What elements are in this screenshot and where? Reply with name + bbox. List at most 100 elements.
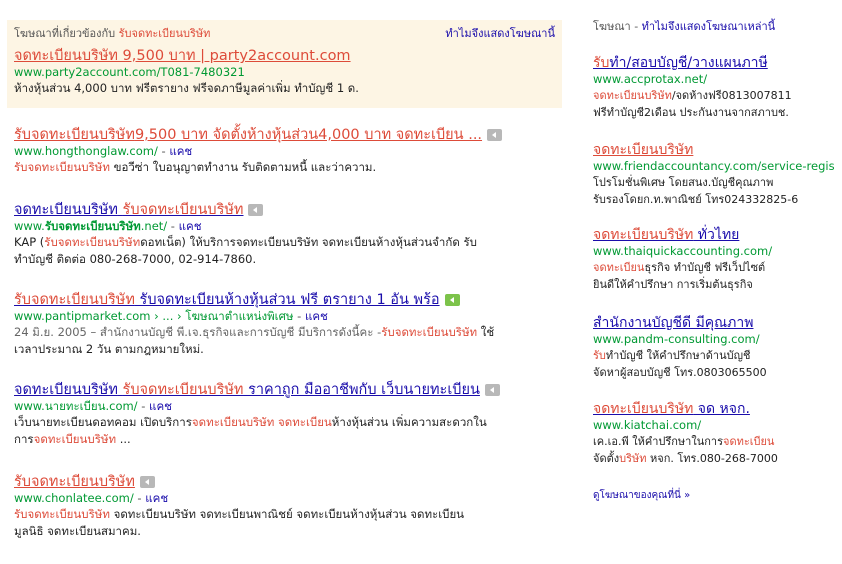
- search-result: จดทะเบียนบริษัท รับจดทะเบียนบริษัท ราคาถ…: [14, 381, 534, 448]
- title-highlight: รับจดทะเบียนบริษัท: [122, 202, 244, 218]
- cache-link[interactable]: แคช: [149, 399, 172, 413]
- snippet-highlight: จดทะเบียน: [723, 435, 775, 448]
- side-ad-line2: ฟรีทำบัญชี2เดือน ประกันงานจากสภาบช.: [593, 106, 789, 119]
- search-result: รับจดทะเบียนบริษัท รับจดทะเบียนห้างหุ้นส…: [14, 291, 534, 358]
- side-ad-line2: ยินดีให้คำปรึกษา การเริ่มต้นธุรกิจ: [593, 278, 753, 291]
- top-ads-block: โฆษณาที่เกี่ยวข้องกับ รับจดทะเบียนบริษัท…: [7, 20, 562, 108]
- side-ad-title[interactable]: สำนักงานบัญชีดี มีคุณภาพ: [593, 315, 753, 331]
- search-result: รับจดทะเบียนบริษัท www.chonlatee.com/ - …: [14, 473, 534, 540]
- cache-link[interactable]: แคช: [305, 309, 328, 323]
- snippet-text: ขอวีซ่า ใบอนุญาตทำงาน รับติดตามหนี้ และว…: [109, 160, 377, 174]
- top-ad-snippet: ห้างหุ้นส่วน 4,000 บาท ฟรีตรายาง ฟรีจดภา…: [14, 81, 359, 95]
- snippet-text: เวลาประมาณ 2 วัน ตามกฎหมายใหม่.: [14, 342, 204, 356]
- result-snippet: เว็บนายทะเบียนดอทคอม เปิดบริการจดทะเบียน…: [14, 414, 534, 448]
- cache-link[interactable]: แคช: [169, 144, 192, 158]
- snippet-highlight: จดทะเบียนบริษัท: [593, 89, 672, 102]
- snippet-text: ทำบัญชี ให้คำปรึกษาด้านบัญชี: [605, 349, 751, 362]
- side-ad: จดทะเบียนบริษัท www.friendaccountancy.co…: [593, 141, 838, 208]
- side-ad-line1: รับทำบัญชี ให้คำปรึกษาด้านบัญชี: [593, 347, 838, 364]
- result-title[interactable]: จดทะเบียนบริษัท รับจดทะเบียนบริษัท ราคาถ…: [14, 382, 480, 398]
- side-ad: จดทะเบียนบริษัท จด หจก. www.kiatchai.com…: [593, 400, 838, 467]
- result-title[interactable]: จดทะเบียนบริษัท รับจดทะเบียนบริษัท: [14, 202, 243, 218]
- result-url: www.pantipmarket.com › ... › โฆษณาตำแหน่…: [14, 309, 294, 323]
- title-text: ทั่วไทย: [693, 227, 740, 243]
- side-ad-url: www.pandm-consulting.com/: [593, 332, 760, 346]
- right-ads-header: โฆษณา - ทำไมจึงแสดงโฆษณาเหล่านี้: [593, 20, 838, 34]
- title-text: ทำ/สอบบัญชี/วางแผนภาษี: [609, 55, 768, 71]
- snippet-highlight: รับจดทะเบียนบริษัท: [14, 507, 110, 521]
- preview-icon[interactable]: [248, 204, 264, 216]
- preview-icon[interactable]: [484, 384, 500, 396]
- title-text: จด หจก.: [693, 401, 750, 417]
- top-ad-title[interactable]: จดทะเบียนบริษัท 9,500 บาท | party2accoun…: [14, 48, 351, 64]
- side-ad-line2: จัดตั้งบริษัท หจก. โทร.080-268-7000: [593, 450, 838, 467]
- snippet-text: ธุรกิจ ทำบัญชี ฟรีเว็ปไซต์: [644, 261, 766, 274]
- snippet-highlight: บริษัท: [619, 452, 647, 465]
- ads-label-prefix: โฆษณาที่เกี่ยวข้องกับ: [14, 27, 119, 40]
- snippet-highlight: จดทะเบียน: [278, 415, 332, 429]
- cache-link[interactable]: แคช: [145, 491, 168, 505]
- snippet-highlight: จดทะเบียนบริษัท: [33, 432, 117, 446]
- ads-label-query: รับจดทะเบียนบริษัท: [118, 27, 211, 40]
- snippet-text: KAP (: [14, 235, 45, 249]
- result-snippet: 24 มิ.ย. 2005 – สำนักงานบัญชี พี.เจ.ธุรก…: [14, 324, 534, 358]
- see-your-ad-here-link[interactable]: ดูโฆษณาของคุณที่นี่ »: [593, 488, 690, 503]
- result-title[interactable]: รับจดทะเบียนบริษัท รับจดทะเบียนห้างหุ้นส…: [14, 292, 440, 308]
- snippet-text: เว็บนายทะเบียนดอทคอม เปิดบริการ: [14, 415, 192, 429]
- side-ad-title[interactable]: รับทำ/สอบบัญชี/วางแผนภาษี: [593, 55, 768, 71]
- side-ad-url: www.kiatchai.com/: [593, 418, 702, 432]
- side-ad-line1: โปรโมชั่นพิเศษ โดยสนง.บัญชีคุณภาพ: [593, 176, 774, 189]
- side-ad-title[interactable]: จดทะเบียนบริษัท: [593, 142, 693, 158]
- result-url: www.hongthonglaw.com/: [14, 144, 158, 158]
- snippet-highlight: รับจดทะเบียนบริษัท: [44, 235, 141, 249]
- title-text: จดทะเบียนบริษัท: [14, 382, 118, 398]
- title-text: รับจดทะเบียนห้างหุ้นส่วน ฟรี ตรายาง 1 อั…: [134, 292, 440, 308]
- side-ad-title[interactable]: จดทะเบียนบริษัท ทั่วไทย: [593, 227, 739, 243]
- result-title[interactable]: รับจดทะเบียนบริษัท9,500 บาท จัดตั้งห้างห…: [14, 127, 482, 143]
- snippet-text: จัดตั้ง: [593, 452, 620, 465]
- snippet-text: 24 มิ.ย. 2005 – สำนักงานบัญชี พี.เจ.ธุรก…: [14, 325, 382, 339]
- snippet-highlight: จดทะเบียนบริษัท: [191, 415, 275, 429]
- result-snippet: รับจดทะเบียนบริษัท ขอวีซ่า ใบอนุญาตทำงาน…: [14, 159, 534, 176]
- title-text: จดทะเบียนบริษัท: [14, 202, 118, 218]
- result-url: www.chonlatee.com/: [14, 491, 134, 505]
- snippet-text: ทำบัญชี ติดต่อ 080-268-7000, 02-914-7860…: [14, 252, 257, 266]
- side-ad: จดทะเบียนบริษัท ทั่วไทย www.thaiquickacc…: [593, 226, 838, 293]
- why-this-ad-link[interactable]: ทำไมจึงแสดงโฆษณานี้: [445, 27, 555, 41]
- search-result: รับจดทะเบียนบริษัท9,500 บาท จัดตั้งห้างห…: [14, 126, 534, 176]
- preview-icon[interactable]: [139, 476, 155, 488]
- title-text: ราคาถูก มืออาชีพกับ เว็บนายทะเบียน: [243, 382, 480, 398]
- top-ads-header: โฆษณาที่เกี่ยวข้องกับ รับจดทะเบียนบริษัท…: [14, 27, 555, 41]
- title-highlight: รับจดทะเบียนบริษัท: [122, 382, 244, 398]
- title-highlight: รับจดทะเบียนบริษัท: [14, 292, 135, 308]
- top-ad-url: www.party2account.com/T081-7480321: [14, 65, 245, 79]
- snippet-highlight: รับจดทะเบียนบริษัท: [381, 325, 478, 339]
- snippet-text: เค.เอ.พี ให้คำปรึกษาในการ: [593, 435, 723, 448]
- snippet-text: หจก. โทร.080-268-7000: [646, 452, 778, 465]
- snippet-text: /จดห้างฟรี0813007811: [671, 89, 792, 102]
- side-ad-line1: จดทะเบียนธุรกิจ ทำบัญชี ฟรีเว็ปไซต์: [593, 259, 838, 276]
- preview-icon[interactable]: [487, 129, 503, 141]
- url-part: .net/: [140, 219, 168, 233]
- side-ad-line2: รับรองโดยก.ท.พาณิชย์ โทร024332825-6: [593, 193, 799, 206]
- result-snippet: รับจดทะเบียนบริษัท จดทะเบียนบริษัท จดทะเ…: [14, 506, 534, 540]
- preview-icon[interactable]: [444, 294, 460, 306]
- result-url: www.นายทะเบียน.com/: [14, 399, 138, 413]
- side-ad: รับทำ/สอบบัญชี/วางแผนภาษี www.accprotax.…: [593, 54, 838, 121]
- side-ad-url: www.friendaccountancy.com/service-regis: [593, 159, 835, 173]
- side-ad-title[interactable]: จดทะเบียนบริษัท จด หจก.: [593, 401, 750, 417]
- cache-link[interactable]: แคช: [179, 219, 202, 233]
- snippet-text: ห้างหุ้นส่วน เพิ่มความสะดวกใน: [331, 415, 487, 429]
- title-highlight: รับ: [593, 55, 610, 71]
- snippet-text: ใช้: [477, 325, 495, 339]
- side-ad: สำนักงานบัญชีดี มีคุณภาพ www.pandm-consu…: [593, 314, 838, 381]
- search-result: จดทะเบียนบริษัท รับจดทะเบียนบริษัท www.ร…: [14, 201, 534, 268]
- snippet-text: ...: [116, 432, 131, 446]
- title-highlight: รับจดทะเบียนบริษัท: [14, 127, 135, 143]
- result-title[interactable]: รับจดทะเบียนบริษัท: [14, 474, 135, 490]
- result-snippet: KAP (รับจดทะเบียนบริษัทดอทเน็ต) ให้บริกา…: [14, 234, 534, 268]
- why-these-ads-link[interactable]: ทำไมจึงแสดงโฆษณาเหล่านี้: [642, 20, 776, 33]
- snippet-highlight: รับ: [593, 349, 606, 362]
- title-highlight: จดทะเบียนบริษัท: [593, 227, 694, 243]
- snippet-highlight: รับจดทะเบียนบริษัท: [14, 160, 110, 174]
